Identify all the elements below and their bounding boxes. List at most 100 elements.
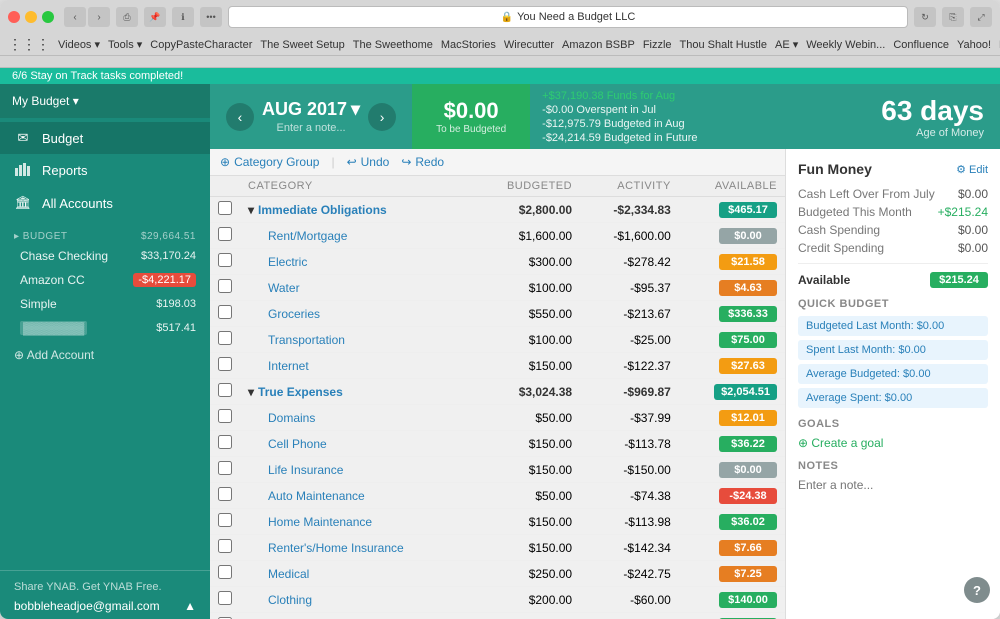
url-bar[interactable]: 🔒 You Need a Budget LLC [228, 6, 908, 28]
bookmark-sweethome[interactable]: The Sweethome [353, 39, 433, 51]
bookmark-amazon[interactable]: Amazon BSBP [562, 39, 635, 51]
row-name[interactable]: Renter's/Home Insurance [268, 541, 404, 555]
fullscreen-icon[interactable]: ⤢ [970, 7, 992, 27]
reload-icon[interactable]: ↻ [914, 7, 936, 27]
table-row[interactable]: Medical $250.00 -$242.75 $7.25 [210, 561, 785, 587]
bookmark-ae[interactable]: AE ▾ [775, 38, 798, 51]
next-month-button[interactable]: › [368, 103, 396, 131]
apps-icon[interactable]: ⋮⋮⋮ [8, 36, 50, 53]
bookmark-sweetsetup[interactable]: The Sweet Setup [260, 39, 344, 51]
group-checkbox[interactable] [218, 383, 232, 397]
help-button[interactable]: ? [964, 577, 990, 603]
sidebar-header[interactable]: My Budget ▾ [0, 84, 210, 118]
footer-arrow[interactable]: ▲ [184, 599, 196, 613]
quick-budget-item[interactable]: Spent Last Month: $0.00 [798, 340, 988, 360]
table-row[interactable]: Transportation $100.00 -$25.00 $75.00 [210, 327, 785, 353]
panel-edit-button[interactable]: ⚙ Edit [956, 163, 988, 176]
table-row[interactable]: Domains $50.00 -$37.99 $12.01 [210, 405, 785, 431]
quick-budget-item[interactable]: Average Spent: $0.00 [798, 388, 988, 408]
sidebar-account-simple[interactable]: Simple $198.03 [0, 292, 210, 316]
table-row[interactable]: Groceries $550.00 -$213.67 $336.33 [210, 301, 785, 327]
redo-button[interactable]: ↪ Redo [401, 155, 444, 169]
table-row[interactable]: Rent/Mortgage $1,600.00 -$1,600.00 $0.00 [210, 223, 785, 249]
sidebar-account-other[interactable]: ▓▓▓▓▓▓▓ $517.41 [0, 316, 210, 340]
row-name[interactable]: Domains [268, 411, 315, 425]
row-checkbox[interactable] [218, 539, 232, 553]
group-toggle[interactable]: ▾ [248, 385, 254, 399]
row-name[interactable]: Cell Phone [268, 437, 327, 451]
row-name[interactable]: Electric [268, 255, 307, 269]
notes-input[interactable] [798, 478, 988, 506]
close-button[interactable] [8, 11, 20, 23]
minimize-button[interactable] [25, 11, 37, 23]
row-checkbox[interactable] [218, 409, 232, 423]
sidebar-account-amazon[interactable]: Amazon CC -$4,221.17 [0, 268, 210, 292]
quick-budget-item[interactable]: Average Budgeted: $0.00 [798, 364, 988, 384]
row-name[interactable]: Life Insurance [268, 463, 343, 477]
sidebar-item-budget[interactable]: ✉ Budget [0, 122, 210, 154]
row-name[interactable]: Groceries [268, 307, 320, 321]
back-button[interactable]: ‹ [64, 7, 86, 27]
row-name[interactable]: Auto Maintenance [268, 489, 365, 503]
row-checkbox[interactable] [218, 461, 232, 475]
month-arrow[interactable]: ▾ [351, 99, 360, 120]
table-group-row[interactable]: ▾Immediate Obligations $2,800.00 -$2,334… [210, 197, 785, 223]
row-name[interactable]: Transportation [268, 333, 345, 347]
row-checkbox[interactable] [218, 227, 232, 241]
new-tab-icon[interactable]: ⎘ [942, 7, 964, 27]
bookmark-fizzle[interactable]: Fizzle [643, 39, 672, 51]
table-row[interactable]: Gifts $100.00 -$34.65 $65.35 [210, 613, 785, 619]
sidebar-account-chase[interactable]: Chase Checking $33,170.24 [0, 244, 210, 268]
row-checkbox[interactable] [218, 253, 232, 267]
row-checkbox[interactable] [218, 305, 232, 319]
table-row[interactable]: Home Maintenance $150.00 -$113.98 $36.02 [210, 509, 785, 535]
prev-month-button[interactable]: ‹ [226, 103, 254, 131]
table-row[interactable]: Internet $150.00 -$122.37 $27.63 [210, 353, 785, 379]
row-name[interactable]: Home Maintenance [268, 515, 372, 529]
table-row[interactable]: Water $100.00 -$95.37 $4.63 [210, 275, 785, 301]
row-checkbox[interactable] [218, 591, 232, 605]
table-row[interactable]: Electric $300.00 -$278.42 $21.58 [210, 249, 785, 275]
traffic-lights[interactable] [8, 11, 54, 23]
add-account-button[interactable]: ⊕ Add Account [0, 340, 210, 370]
group-checkbox[interactable] [218, 201, 232, 215]
table-row[interactable]: Cell Phone $150.00 -$113.78 $36.22 [210, 431, 785, 457]
group-toggle[interactable]: ▾ [248, 203, 254, 217]
table-row[interactable]: Renter's/Home Insurance $150.00 -$142.34… [210, 535, 785, 561]
create-goal-button[interactable]: ⊕ Create a goal [798, 436, 988, 450]
bookmark-macstories[interactable]: MacStories [441, 39, 496, 51]
category-group-button[interactable]: ⊕ Category Group [220, 155, 319, 169]
row-checkbox[interactable] [218, 331, 232, 345]
bookmark-yahoo[interactable]: Yahoo! [957, 39, 991, 51]
row-checkbox[interactable] [218, 435, 232, 449]
group-name[interactable]: True Expenses [258, 385, 343, 399]
row-checkbox[interactable] [218, 487, 232, 501]
quick-budget-item[interactable]: Budgeted Last Month: $0.00 [798, 316, 988, 336]
sidebar-item-accounts[interactable]: 🏛 All Accounts [0, 187, 210, 219]
table-row[interactable]: Auto Maintenance $50.00 -$74.38 -$24.38 [210, 483, 785, 509]
row-name[interactable]: Water [268, 281, 300, 295]
row-checkbox[interactable] [218, 565, 232, 579]
row-name[interactable]: Medical [268, 567, 309, 581]
pin-icon[interactable]: 📌 [144, 7, 166, 27]
undo-button[interactable]: ↩ Undo [347, 155, 390, 169]
sidebar-item-reports[interactable]: Reports [0, 154, 210, 187]
bookmark-copypaste[interactable]: CopyPasteCharacter [150, 39, 252, 51]
bookmark-confluence[interactable]: Confluence [893, 39, 949, 51]
row-checkbox[interactable] [218, 357, 232, 371]
bookmark-hustle[interactable]: Thou Shalt Hustle [680, 39, 767, 51]
maximize-button[interactable] [42, 11, 54, 23]
table-row[interactable]: Clothing $200.00 -$60.00 $140.00 [210, 587, 785, 613]
table-group-row[interactable]: ▾True Expenses $3,024.38 -$969.87 $2,054… [210, 379, 785, 405]
more-icon[interactable]: ••• [200, 7, 222, 27]
row-name[interactable]: Rent/Mortgage [268, 229, 347, 243]
row-checkbox[interactable] [218, 279, 232, 293]
info-icon[interactable]: ℹ [172, 7, 194, 27]
bookmark-webinar[interactable]: Weekly Webin... [806, 39, 885, 51]
row-name[interactable]: Clothing [268, 593, 312, 607]
bookmark-tools[interactable]: Tools ▾ [108, 38, 142, 51]
row-checkbox[interactable] [218, 513, 232, 527]
bookmark-videos[interactable]: Videos ▾ [58, 38, 100, 51]
month-note[interactable]: Enter a note... [262, 122, 360, 134]
share-icon[interactable]: ⎙ [116, 7, 138, 27]
